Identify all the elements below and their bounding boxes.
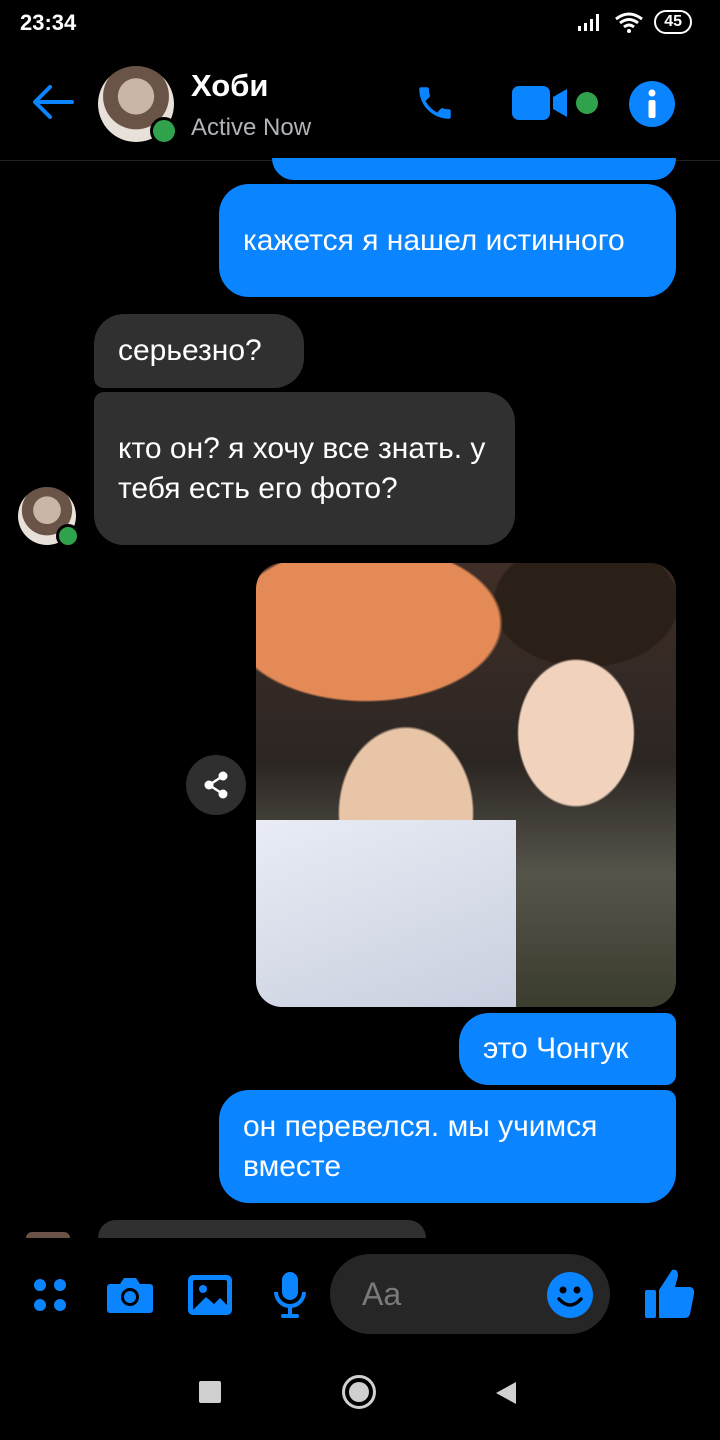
back-arrow-icon[interactable] bbox=[30, 82, 74, 122]
incoming-message-partial bbox=[98, 1220, 426, 1238]
outgoing-message bbox=[272, 158, 676, 180]
share-button[interactable] bbox=[186, 755, 246, 815]
share-icon bbox=[204, 771, 228, 799]
message-text: кажется я нашел истинного bbox=[243, 223, 625, 257]
online-indicator bbox=[56, 524, 80, 548]
message-input[interactable] bbox=[360, 1275, 544, 1314]
message-text: кто он? я хочу все знать. у тебя есть ег… bbox=[118, 431, 486, 505]
video-camera-icon[interactable] bbox=[511, 84, 569, 122]
outgoing-message[interactable]: это Чонгук bbox=[459, 1013, 676, 1085]
message-text: он перевелся. мы учимся вместе bbox=[243, 1109, 598, 1183]
emoji-icon[interactable] bbox=[546, 1271, 594, 1319]
contact-name[interactable]: Хоби bbox=[191, 68, 268, 104]
contact-status: Active Now bbox=[191, 114, 312, 141]
camera-icon[interactable] bbox=[106, 1274, 154, 1314]
battery-indicator: 45 bbox=[654, 10, 692, 34]
incoming-message[interactable]: серьезно? bbox=[94, 314, 304, 388]
home-icon[interactable] bbox=[342, 1375, 376, 1409]
menu-dots-icon[interactable] bbox=[30, 1275, 70, 1315]
signal-icon bbox=[578, 14, 600, 31]
recents-icon[interactable] bbox=[199, 1381, 221, 1403]
back-icon[interactable] bbox=[494, 1380, 518, 1406]
info-icon[interactable] bbox=[628, 80, 676, 128]
outgoing-message[interactable]: он перевелся. мы учимся вместе bbox=[219, 1090, 676, 1203]
home-icon-inner bbox=[349, 1382, 369, 1402]
status-time: 23:34 bbox=[20, 10, 77, 35]
wifi-icon bbox=[615, 12, 644, 33]
online-indicator bbox=[150, 117, 178, 145]
phone-icon[interactable] bbox=[414, 82, 456, 124]
video-online-indicator bbox=[576, 92, 598, 114]
photo-detail bbox=[256, 820, 516, 1007]
gallery-icon[interactable] bbox=[186, 1273, 234, 1317]
status-icons: 45 bbox=[576, 10, 692, 34]
microphone-icon[interactable] bbox=[272, 1270, 308, 1320]
message-text: это Чонгук bbox=[483, 1032, 629, 1065]
sender-avatar-partial bbox=[26, 1232, 70, 1238]
incoming-message[interactable]: кто он? я хочу все знать. у тебя есть ег… bbox=[94, 392, 515, 545]
outgoing-message[interactable]: кажется я нашел истинного bbox=[219, 184, 676, 297]
thumbs-up-icon[interactable] bbox=[644, 1266, 696, 1320]
message-text: серьезно? bbox=[118, 334, 262, 367]
